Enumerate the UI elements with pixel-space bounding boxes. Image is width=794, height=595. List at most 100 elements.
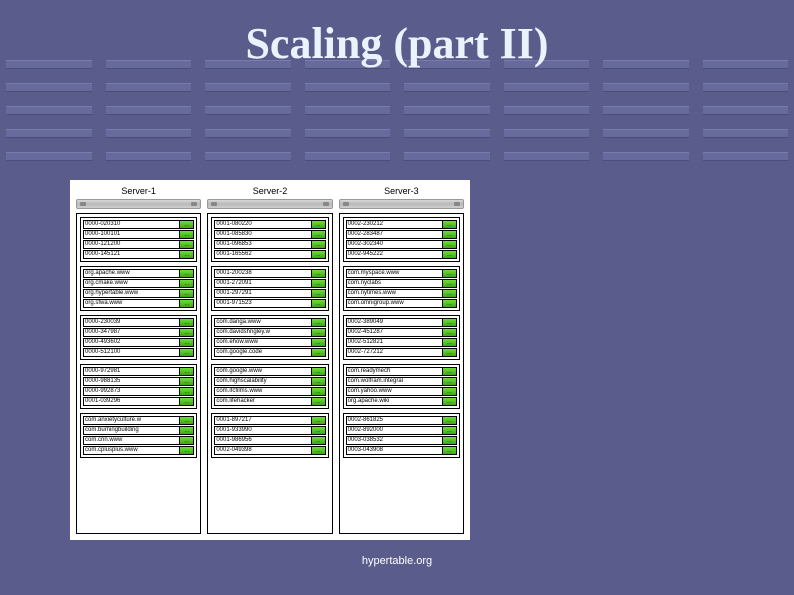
range-row: com.ehow.www…: [214, 338, 325, 347]
range-block: 0002-389049…0002-451287…0002-512821 …0002…: [343, 315, 460, 360]
range-row: com.google.www…: [214, 367, 325, 376]
range-label: 0000-493602: [83, 338, 180, 347]
range-indicator: …: [312, 436, 326, 445]
range-label: 0002-945222: [346, 250, 443, 259]
range-label: 0002-512821: [346, 338, 443, 347]
server-body: 0000-020310…0000-100101…0000-121200…0000…: [76, 213, 201, 534]
range-indicator: …: [180, 348, 194, 357]
server-column: Server-10000-020310…0000-100101…0000-121…: [76, 186, 201, 534]
range-indicator: …: [443, 446, 457, 455]
range-label: org.apache.wiki: [346, 397, 443, 406]
range-block: com.readymech…com.wolfram.integral…com.y…: [343, 364, 460, 409]
range-indicator: …: [180, 416, 194, 425]
range-indicator: …: [312, 318, 326, 327]
range-indicator: …: [443, 426, 457, 435]
range-row: 0000-972981…: [83, 367, 194, 376]
server-icon: [207, 199, 332, 209]
range-row: 0000-992873…: [83, 387, 194, 396]
range-label: com.google.code: [214, 348, 311, 357]
range-label: 0001-200238: [214, 269, 311, 278]
range-row: 0002-389049…: [346, 318, 457, 327]
range-label: com.lifehacker: [214, 397, 311, 406]
range-indicator: …: [180, 230, 194, 239]
range-indicator: …: [443, 367, 457, 376]
range-row: com.lifehacker…: [214, 397, 325, 406]
range-indicator: …: [180, 269, 194, 278]
range-indicator: …: [180, 397, 194, 406]
range-label: 0002-861825: [346, 416, 443, 425]
range-block: 0001-897217…0001-933990…0001-986956…0002…: [211, 413, 328, 458]
server-column: Server-30002-230212…0002-283487…0002-302…: [339, 186, 464, 534]
range-label: com.ifcfilms.www: [214, 387, 311, 396]
range-label: 0000-347987: [83, 328, 180, 337]
range-row: 0001-080220…: [214, 220, 325, 229]
range-indicator: …: [180, 318, 194, 327]
range-label: 0001-096853: [214, 240, 311, 249]
range-row: com.myspace.www…: [346, 269, 457, 278]
server-body: 0001-080220…0001-085830…0001-096853…0001…: [207, 213, 332, 534]
range-label: 0002-892000: [346, 426, 443, 435]
server-header: Server-2: [207, 186, 332, 196]
range-row: org.hypertable.www…: [83, 289, 194, 298]
range-indicator: …: [312, 220, 326, 229]
range-indicator: …: [312, 250, 326, 259]
range-block: 0002-861825…0002-892000…0003-038532…0003…: [343, 413, 460, 458]
range-indicator: …: [443, 269, 457, 278]
range-label: com.omnigroup.www: [346, 299, 443, 308]
diagram-panel: Server-10000-020310…0000-100101…0000-121…: [70, 180, 470, 540]
range-label: 0002-302340: [346, 240, 443, 249]
range-row: 0001-897217…: [214, 416, 325, 425]
range-label: com.highscalability: [214, 377, 311, 386]
range-row: 0000-347987…: [83, 328, 194, 337]
range-row: 0000-121200…: [83, 240, 194, 249]
range-row: 0000-988135…: [83, 377, 194, 386]
range-indicator: …: [180, 387, 194, 396]
range-row: com.davidshrigley.w…: [214, 328, 325, 337]
range-block: com.google.www…com.highscalability…com.i…: [211, 364, 328, 409]
range-indicator: …: [443, 289, 457, 298]
range-block: org.apache.www…org.cmake.www…org.hyperta…: [80, 266, 197, 311]
range-row: com.yahoo.www…: [346, 387, 457, 396]
range-label: com.davidshrigley.w: [214, 328, 311, 337]
range-label: 0001-039296: [83, 397, 180, 406]
range-label: com.google.www: [214, 367, 311, 376]
server-icon: [339, 199, 464, 209]
range-row: com.nyclabs…: [346, 279, 457, 288]
range-block: 0001-200238…0001-272091…0001-297291…0001…: [211, 266, 328, 311]
range-row: 0001-085830…: [214, 230, 325, 239]
range-label: 0001-897217: [214, 416, 311, 425]
range-row: 0002-451287…: [346, 328, 457, 337]
range-row: 0001-933990…: [214, 426, 325, 435]
range-label: org.sfwa.www: [83, 299, 180, 308]
range-row: 0000-512100…: [83, 348, 194, 357]
range-row: com.omnigroup.www…: [346, 299, 457, 308]
range-label: com.burningbuilding: [83, 426, 180, 435]
range-label: 0000-992873: [83, 387, 180, 396]
range-row: 0002-302340…: [346, 240, 457, 249]
range-indicator: …: [443, 299, 457, 308]
range-row: 0002-230212…: [346, 220, 457, 229]
range-indicator: …: [312, 426, 326, 435]
range-indicator: …: [443, 230, 457, 239]
range-label: org.apache.www: [83, 269, 180, 278]
range-label: 0002-451287: [346, 328, 443, 337]
range-label: 0001-971523: [214, 299, 311, 308]
range-indicator: …: [180, 240, 194, 249]
range-row: com.highscalability…: [214, 377, 325, 386]
range-indicator: …: [180, 250, 194, 259]
range-block: 0001-080220…0001-085830…0001-096853…0001…: [211, 217, 328, 262]
range-indicator: …: [312, 416, 326, 425]
range-indicator: …: [180, 279, 194, 288]
range-label: 0002-230212: [346, 220, 443, 229]
range-row: org.sfwa.www…: [83, 299, 194, 308]
range-indicator: …: [312, 269, 326, 278]
range-label: org.cmake.www: [83, 279, 180, 288]
range-row: 0001-096853…: [214, 240, 325, 249]
range-row: com.nytimes.www…: [346, 289, 457, 298]
range-row: com.readymech…: [346, 367, 457, 376]
server-icon: [76, 199, 201, 209]
range-indicator: …: [443, 318, 457, 327]
range-row: 0000-493602…: [83, 338, 194, 347]
range-row: 0000-100101…: [83, 230, 194, 239]
range-label: com.danga.www: [214, 318, 311, 327]
